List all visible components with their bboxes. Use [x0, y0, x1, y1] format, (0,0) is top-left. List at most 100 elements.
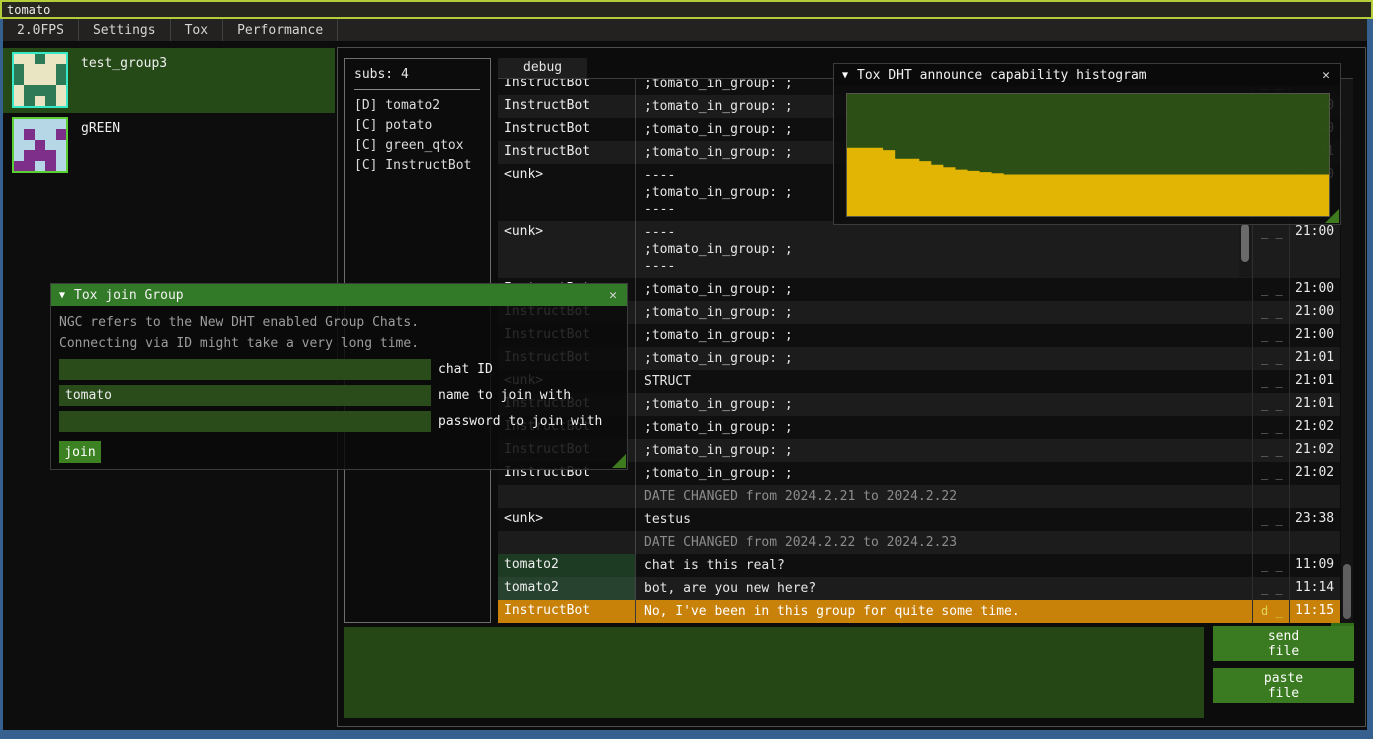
window-frame-bottom: [0, 730, 1373, 739]
avatar-pixel: [14, 150, 24, 160]
message-text: ;tomato_in_group: ;: [636, 462, 1253, 485]
password-to-join-with-input[interactable]: [59, 411, 431, 432]
message-text: ;tomato_in_group: ;: [636, 301, 1253, 324]
avatar-pixel: [14, 129, 24, 139]
window-frame-left: [0, 19, 3, 739]
avatar-pixel: [56, 140, 66, 150]
delivery-flags: _ _: [1253, 301, 1290, 324]
member--c-green-qtox[interactable]: [C] green_qtox: [354, 138, 490, 158]
message-timestamp: 23:38: [1290, 508, 1340, 531]
group-item-test_group3[interactable]: test_group3: [3, 48, 335, 113]
message-text: ;tomato_in_group: ;: [636, 416, 1253, 439]
avatar-pixel: [35, 119, 45, 129]
table-row: tomato2bot, are you new here?_ _11:14: [498, 577, 1340, 600]
group-item-gREEN[interactable]: gREEN: [3, 113, 335, 171]
avatar-pixel: [14, 119, 24, 129]
dht-histogram-title: Tox DHT announce capability histogram: [857, 68, 1311, 83]
message-text: ---- ;tomato_in_group: ; ----: [636, 221, 1253, 278]
paste-file-button[interactable]: paste file: [1213, 668, 1354, 703]
close-icon[interactable]: ✕: [607, 288, 619, 303]
avatar-pixel: [14, 140, 24, 150]
subs-list: [D] tomato2[C] potato[C] green_qtox[C] I…: [354, 98, 490, 178]
join-field-row: name to join with: [59, 385, 619, 406]
group-avatar-icon: [12, 117, 68, 173]
table-row: InstructBotNo, I've been in this group f…: [498, 600, 1340, 623]
chat-scrollbar-thumb[interactable]: [1343, 564, 1351, 619]
join-fields: chat ID name to join with password to join…: [59, 359, 619, 432]
send-file-button[interactable]: send file: [1213, 626, 1354, 661]
app-window: tomato 2.0FPSSettingsToxPerformance test…: [0, 0, 1373, 739]
avatar-pixel: [56, 129, 66, 139]
message-timestamp: 11:15: [1290, 600, 1340, 623]
delivery-flags: _ _: [1253, 554, 1290, 577]
join-button[interactable]: join: [59, 441, 101, 463]
collapse-arrow-icon[interactable]: ▼: [842, 70, 848, 81]
avatar-pixel: [45, 75, 55, 85]
window-titlebar: tomato: [0, 0, 1373, 19]
avatar-pixel: [14, 161, 24, 171]
message-author: <unk>: [498, 221, 636, 278]
join-field-row: chat ID: [59, 359, 619, 380]
ngc-info-line-2: Connecting via ID might take a very long…: [59, 333, 619, 354]
message-text: DATE CHANGED from 2024.2.22 to 2024.2.23: [636, 531, 1253, 554]
message-input[interactable]: [344, 627, 1204, 718]
message-timestamp: 11:14: [1290, 577, 1340, 600]
avatar-pixel: [45, 119, 55, 129]
window-frame-right: [1367, 19, 1373, 739]
group-name: test_group3: [81, 56, 167, 113]
join-group-window: ▼ Tox join Group ✕ NGC refers to the New…: [50, 283, 628, 470]
delivery-flags: _ _: [1253, 370, 1290, 393]
chat-id-input[interactable]: [59, 359, 431, 380]
menu-item-tox[interactable]: Tox: [171, 19, 223, 41]
resize-grip[interactable]: [1325, 209, 1339, 223]
message-timestamp: 21:00: [1290, 221, 1340, 278]
message-text: ;tomato_in_group: ;: [636, 324, 1253, 347]
avatar-pixel: [45, 161, 55, 171]
delivery-flags: _ _: [1253, 462, 1290, 485]
avatar-pixel: [35, 140, 45, 150]
avatar-pixel: [56, 64, 66, 74]
message-author: tomato2: [498, 577, 636, 600]
window-title: tomato: [7, 3, 50, 17]
close-icon[interactable]: ✕: [1320, 68, 1332, 83]
group-name: gREEN: [81, 121, 120, 171]
avatar-pixel: [45, 96, 55, 106]
menu-item-settings[interactable]: Settings: [79, 19, 171, 41]
resize-grip[interactable]: [612, 454, 626, 468]
message-timestamp: 21:01: [1290, 393, 1340, 416]
delivery-flags: _ _: [1253, 324, 1290, 347]
delivery-flags: [1253, 531, 1290, 554]
member--d-tomato2[interactable]: [D] tomato2: [354, 98, 490, 118]
histogram-chart: [847, 94, 1329, 216]
collapse-arrow-icon[interactable]: ▼: [59, 290, 65, 301]
dht-histogram-titlebar[interactable]: ▼ Tox DHT announce capability histogram …: [834, 64, 1340, 86]
message-author: InstructBot: [498, 118, 636, 141]
join-field-row: password to join with: [59, 411, 619, 432]
avatar-pixel: [45, 150, 55, 160]
avatar-pixel: [56, 150, 66, 160]
member--c-instructbot[interactable]: [C] InstructBot: [354, 158, 490, 178]
message-timestamp: [1290, 485, 1340, 508]
avatar-pixel: [56, 119, 66, 129]
message-author: InstructBot: [498, 141, 636, 164]
chat-scrollbar[interactable]: [1341, 79, 1353, 623]
member--c-potato[interactable]: [C] potato: [354, 118, 490, 138]
message-scrollbar[interactable]: [1239, 222, 1251, 277]
tab-debug[interactable]: debug: [498, 58, 587, 78]
avatar-pixel: [24, 140, 34, 150]
message-author: InstructBot: [498, 95, 636, 118]
menu-item-performance[interactable]: Performance: [223, 19, 338, 41]
avatar-pixel: [24, 54, 34, 64]
message-text: bot, are you new here?: [636, 577, 1253, 600]
message-scrollbar-thumb[interactable]: [1241, 224, 1249, 262]
delivery-flags: _ _: [1253, 221, 1290, 278]
avatar-pixel: [45, 129, 55, 139]
delivery-flags: _ _: [1253, 278, 1290, 301]
avatar-pixel: [14, 75, 24, 85]
avatar-pixel: [56, 161, 66, 171]
message-timestamp: 21:00: [1290, 324, 1340, 347]
message-author: tomato2: [498, 554, 636, 577]
join-group-titlebar[interactable]: ▼ Tox join Group ✕: [51, 284, 627, 306]
message-timestamp: [1290, 531, 1340, 554]
name-to-join-with-input[interactable]: [59, 385, 431, 406]
